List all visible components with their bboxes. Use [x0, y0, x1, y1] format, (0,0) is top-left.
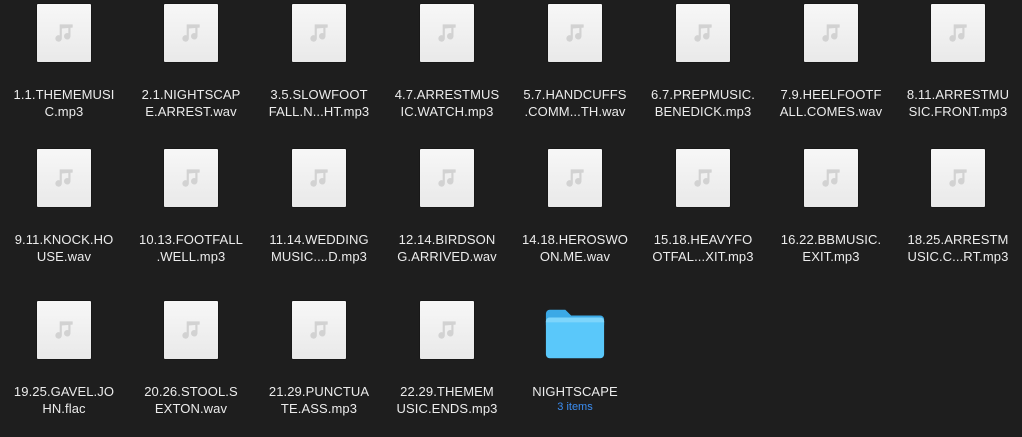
file-name: 10.13.FOOTFALL .WELL.mp3 [138, 232, 243, 264]
file-name: 1.1.THEMEMUSI C.mp3 [13, 87, 115, 119]
music-note-icon [822, 24, 840, 42]
file-thumbnail [926, 2, 990, 66]
music-note-icon [949, 24, 967, 42]
file-item[interactable]: 9.11.KNOCK.HO USE.wav [0, 147, 128, 265]
file-name: 7.9.HEELFOOTF ALL.COMES.wav [779, 87, 883, 119]
file-item[interactable]: 12.14.BIRDSON G.ARRIVED.wav [383, 147, 511, 265]
file-name: 8.11.ARRESTMU SIC.FRONT.mp3 [906, 87, 1010, 119]
file-name: 22.29.THEMEM USIC.ENDS.mp3 [396, 384, 498, 416]
file-name: 18.25.ARRESTM USIC.C...RT.mp3 [907, 232, 1009, 264]
file-name: 4.7.ARRESTMUS IC.WATCH.mp3 [394, 87, 500, 119]
music-note-icon [949, 169, 967, 187]
file-grid: 1.1.THEMEMUSI C.mp3 2.1.NIGHTSCAP E.ARRE… [0, 0, 1022, 437]
file-thumbnail [287, 2, 351, 66]
file-name: 11.14.WEDDING MUSIC....D.mp3 [269, 232, 369, 264]
music-note-icon [694, 169, 712, 187]
file-thumbnail [926, 147, 990, 211]
music-note-icon [55, 24, 73, 42]
music-note-icon [438, 169, 456, 187]
file-name: 15.18.HEAVYFO OTFAL...XIT.mp3 [652, 232, 754, 264]
file-thumbnail [671, 2, 735, 66]
file-thumbnail [799, 147, 863, 211]
file-item[interactable]: 11.14.WEDDING MUSIC....D.mp3 [255, 147, 383, 265]
file-name: 9.11.KNOCK.HO USE.wav [14, 232, 114, 264]
file-item[interactable]: 5.7.HANDCUFFS .COMM...TH.wav [511, 2, 639, 120]
music-note-icon [822, 169, 840, 187]
file-thumbnail [32, 147, 96, 211]
file-name: 5.7.HANDCUFFS .COMM...TH.wav [523, 87, 627, 119]
file-name: 20.26.STOOL.S EXTON.wav [144, 384, 238, 416]
file-item[interactable]: 15.18.HEAVYFO OTFAL...XIT.mp3 [639, 147, 767, 265]
music-note-icon [310, 169, 328, 187]
file-item[interactable]: 21.29.PUNCTUA TE.ASS.mp3 [255, 299, 383, 417]
file-item[interactable]: 6.7.PREPMUSIC. BENEDICK.mp3 [639, 2, 767, 120]
music-note-icon [438, 24, 456, 42]
file-name: 2.1.NIGHTSCAP E.ARREST.wav [141, 87, 241, 119]
file-name: 3.5.SLOWFOOT FALL.N...HT.mp3 [268, 87, 370, 119]
file-thumbnail [799, 2, 863, 66]
file-thumbnail [671, 147, 735, 211]
file-name: 14.18.HEROSWO ON.ME.wav [521, 232, 629, 264]
music-note-icon [55, 169, 73, 187]
file-item[interactable]: 22.29.THEMEM USIC.ENDS.mp3 [383, 299, 511, 417]
file-item[interactable]: 3.5.SLOWFOOT FALL.N...HT.mp3 [255, 2, 383, 120]
file-item[interactable]: 14.18.HEROSWO ON.ME.wav [511, 147, 639, 265]
file-name: 12.14.BIRDSON G.ARRIVED.wav [397, 232, 497, 264]
music-note-icon [55, 321, 73, 339]
file-item[interactable]: 4.7.ARRESTMUS IC.WATCH.mp3 [383, 2, 511, 120]
folder-icon [543, 299, 607, 363]
file-item[interactable]: 20.26.STOOL.S EXTON.wav [127, 299, 255, 417]
music-note-icon [182, 169, 200, 187]
file-thumbnail [415, 299, 479, 363]
file-item[interactable]: 1.1.THEMEMUSI C.mp3 [0, 2, 128, 120]
file-item[interactable]: 19.25.GAVEL.JO HN.flac [0, 299, 128, 417]
file-name: 16.22.BBMUSIC. EXIT.mp3 [780, 232, 882, 264]
file-name: 21.29.PUNCTUA TE.ASS.mp3 [268, 384, 370, 416]
music-note-icon [310, 321, 328, 339]
file-thumbnail [159, 2, 223, 66]
file-thumbnail [415, 147, 479, 211]
file-thumbnail [159, 299, 223, 363]
music-note-icon [182, 321, 200, 339]
file-item[interactable]: 10.13.FOOTFALL .WELL.mp3 [127, 147, 255, 265]
file-item[interactable]: 18.25.ARRESTM USIC.C...RT.mp3 [894, 147, 1022, 265]
file-item[interactable]: 8.11.ARRESTMU SIC.FRONT.mp3 [894, 2, 1022, 120]
folder-item-count: 3 items [557, 401, 593, 413]
file-thumbnail [159, 147, 223, 211]
file-item[interactable]: 2.1.NIGHTSCAP E.ARREST.wav [127, 2, 255, 120]
file-name: 6.7.PREPMUSIC. BENEDICK.mp3 [651, 87, 755, 119]
file-item[interactable]: 16.22.BBMUSIC. EXIT.mp3 [767, 147, 895, 265]
music-note-icon [566, 24, 584, 42]
music-note-icon [566, 169, 584, 187]
music-note-icon [310, 24, 328, 42]
file-thumbnail [543, 2, 607, 66]
music-note-icon [438, 321, 456, 339]
file-thumbnail [543, 147, 607, 211]
file-thumbnail [287, 299, 351, 363]
file-item[interactable]: 7.9.HEELFOOTF ALL.COMES.wav [767, 2, 895, 120]
folder-name: NIGHTSCAPE [532, 384, 618, 399]
file-thumbnail [32, 2, 96, 66]
file-thumbnail [415, 2, 479, 66]
music-note-icon [694, 24, 712, 42]
music-note-icon [182, 24, 200, 42]
file-name: 19.25.GAVEL.JO HN.flac [13, 384, 115, 416]
file-thumbnail [287, 147, 351, 211]
file-thumbnail [32, 299, 96, 363]
folder-item[interactable]: NIGHTSCAPE 3 items [511, 299, 639, 414]
